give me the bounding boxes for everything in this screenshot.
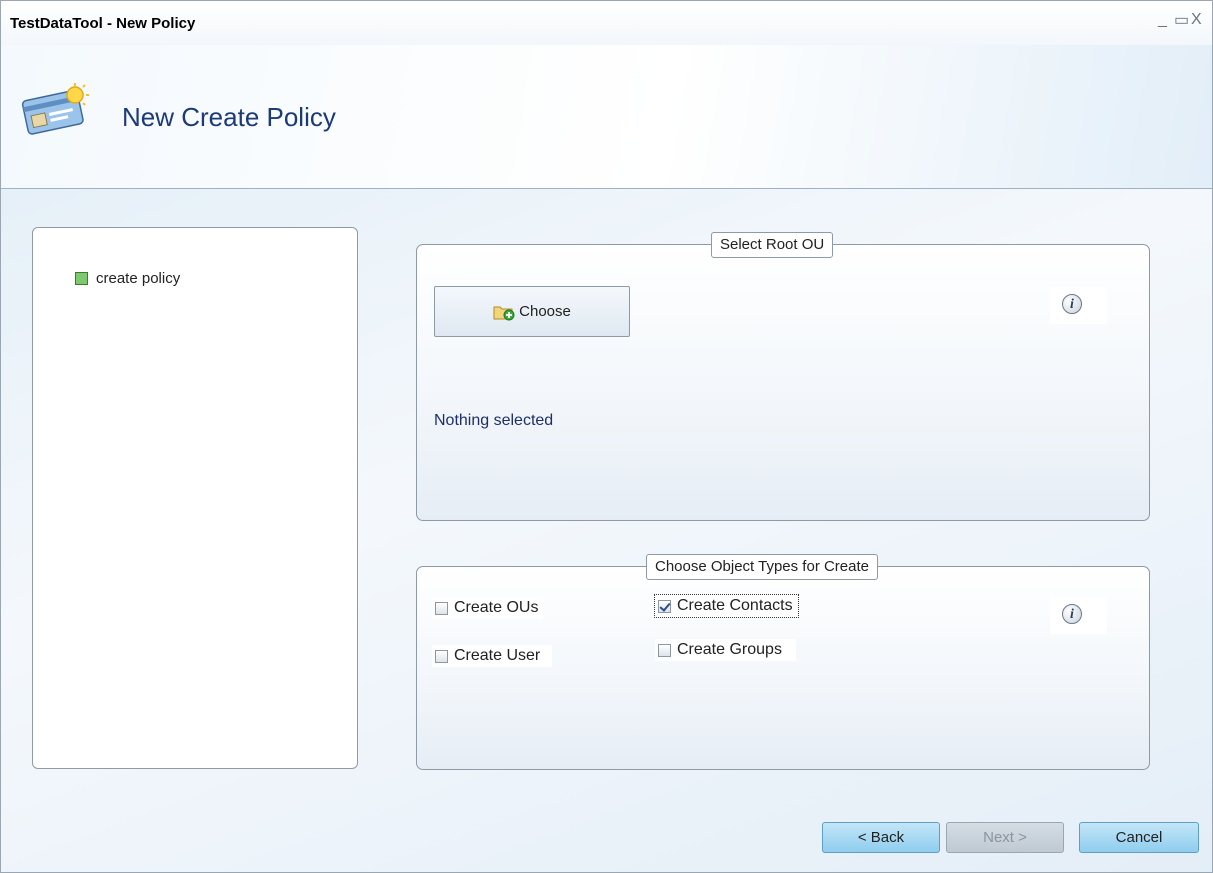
- checkbox-label: Create Contacts: [677, 597, 793, 614]
- choose-button-label: Choose: [519, 303, 571, 320]
- navigation-tree-panel: create policy: [32, 227, 358, 769]
- group-legend: Select Root OU: [711, 232, 834, 258]
- select-root-ou-group: Select Root OU Choose i Nothing selected: [416, 232, 1150, 521]
- checkbox-box: [658, 643, 671, 657]
- choose-button[interactable]: Choose: [434, 286, 630, 337]
- checkbox-label: Create OUs: [454, 599, 539, 616]
- checkbox-label: Create User: [454, 647, 541, 664]
- checkbox-box: [435, 601, 448, 615]
- info-icon[interactable]: i: [1062, 604, 1082, 624]
- create-ous-checkbox[interactable]: Create OUs: [432, 597, 544, 619]
- checkbox-label: Create Groups: [677, 641, 782, 658]
- close-button[interactable]: X: [1191, 11, 1202, 29]
- minimize-button[interactable]: _: [1158, 11, 1167, 29]
- content-area: create policy Select Root OU Choose i No…: [1, 189, 1212, 872]
- checkbox-box: [435, 649, 448, 663]
- object-types-group: Choose Object Types for Create Create OU…: [416, 554, 1150, 770]
- wizard-header: New Create Policy: [1, 45, 1212, 189]
- create-contacts-checkbox[interactable]: Create Contacts: [654, 594, 799, 618]
- page-title: New Create Policy: [122, 102, 336, 132]
- tree-item-label: create policy: [96, 270, 181, 287]
- group-legend: Choose Object Types for Create: [646, 554, 878, 580]
- create-groups-checkbox[interactable]: Create Groups: [655, 639, 796, 661]
- folder-add-icon: [493, 306, 515, 320]
- maximize-button[interactable]: ▭: [1174, 10, 1189, 30]
- cancel-button[interactable]: Cancel: [1079, 822, 1199, 853]
- checkbox-box: [658, 599, 671, 613]
- selection-status: Nothing selected: [434, 412, 554, 429]
- back-button[interactable]: < Back: [822, 822, 940, 853]
- next-button[interactable]: Next >: [946, 822, 1064, 853]
- window-title: TestDataTool - New Policy: [10, 15, 196, 32]
- policy-card-icon: [21, 83, 89, 135]
- info-icon[interactable]: i: [1062, 294, 1082, 314]
- green-square-icon: [75, 272, 88, 285]
- tree-item-create-policy[interactable]: create policy: [75, 270, 180, 287]
- create-user-checkbox[interactable]: Create User: [432, 645, 553, 667]
- title-bar: TestDataTool - New Policy _ ▭ X: [1, 1, 1212, 46]
- wizard-window: TestDataTool - New Policy _ ▭ X New Crea…: [0, 0, 1213, 873]
